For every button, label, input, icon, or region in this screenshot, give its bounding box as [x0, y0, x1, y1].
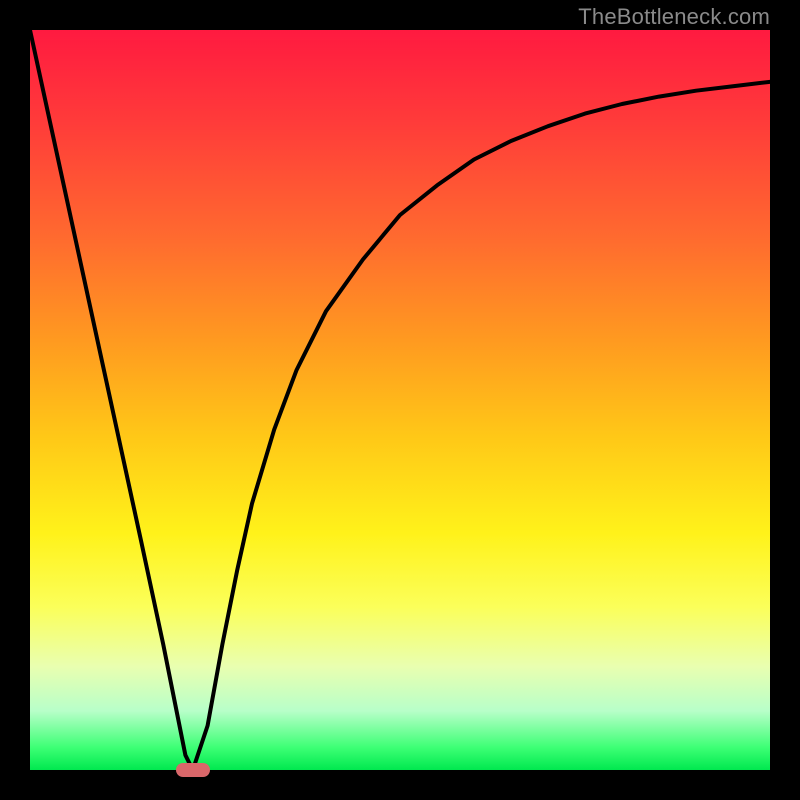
bottleneck-curve [30, 30, 770, 770]
curve-svg [30, 30, 770, 770]
chart-frame: TheBottleneck.com [0, 0, 800, 800]
minimum-marker [176, 763, 210, 777]
watermark-text: TheBottleneck.com [578, 4, 770, 30]
plot-area [30, 30, 770, 770]
